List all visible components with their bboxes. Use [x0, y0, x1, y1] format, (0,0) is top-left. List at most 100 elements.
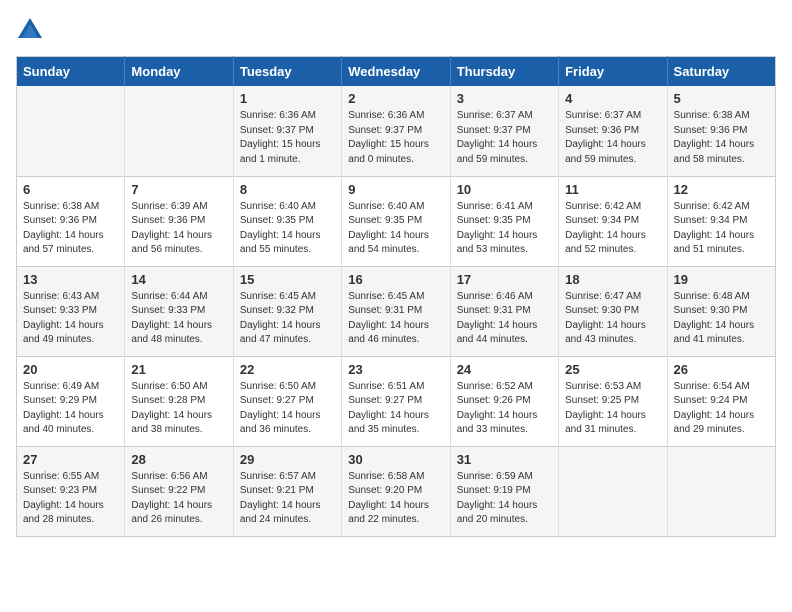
- day-info: Sunrise: 6:36 AM Sunset: 9:37 PM Dayligh…: [348, 109, 443, 167]
- day-info: Sunrise: 6:44 AM Sunset: 9:33 PM Dayligh…: [131, 290, 226, 348]
- calendar-week-2: 13 Sunrise: 6:43 AM Sunset: 9:33 PM Dayli…: [17, 266, 776, 356]
- day-info: Sunrise: 6:52 AM Sunset: 9:26 PM Dayligh…: [457, 380, 552, 438]
- calendar-cell: 16 Sunrise: 6:45 AM Sunset: 9:31 PM Dayli…: [342, 266, 450, 356]
- day-info: Sunrise: 6:55 AM Sunset: 9:23 PM Dayligh…: [23, 470, 118, 528]
- day-number: 7: [131, 182, 226, 197]
- day-number: 3: [457, 91, 552, 106]
- day-info: Sunrise: 6:43 AM Sunset: 9:33 PM Dayligh…: [23, 290, 118, 348]
- day-info: Sunrise: 6:46 AM Sunset: 9:31 PM Dayligh…: [457, 290, 552, 348]
- day-number: 15: [240, 272, 335, 287]
- day-info: Sunrise: 6:37 AM Sunset: 9:36 PM Dayligh…: [565, 109, 660, 167]
- day-info: Sunrise: 6:41 AM Sunset: 9:35 PM Dayligh…: [457, 200, 552, 258]
- day-info: Sunrise: 6:40 AM Sunset: 9:35 PM Dayligh…: [348, 200, 443, 258]
- day-info: Sunrise: 6:54 AM Sunset: 9:24 PM Dayligh…: [674, 380, 769, 438]
- day-number: 22: [240, 362, 335, 377]
- day-info: Sunrise: 6:51 AM Sunset: 9:27 PM Dayligh…: [348, 380, 443, 438]
- day-info: Sunrise: 6:57 AM Sunset: 9:21 PM Dayligh…: [240, 470, 335, 528]
- day-info: Sunrise: 6:50 AM Sunset: 9:28 PM Dayligh…: [131, 380, 226, 438]
- day-number: 28: [131, 452, 226, 467]
- calendar-cell: [667, 446, 775, 536]
- day-info: Sunrise: 6:40 AM Sunset: 9:35 PM Dayligh…: [240, 200, 335, 258]
- calendar-cell: 19 Sunrise: 6:48 AM Sunset: 9:30 PM Dayli…: [667, 266, 775, 356]
- calendar-cell: 27 Sunrise: 6:55 AM Sunset: 9:23 PM Dayli…: [17, 446, 125, 536]
- day-number: 1: [240, 91, 335, 106]
- day-number: 11: [565, 182, 660, 197]
- calendar-cell: 1 Sunrise: 6:36 AM Sunset: 9:37 PM Daylig…: [233, 86, 341, 176]
- calendar-cell: 11Sunrise: 6:42 AM Sunset: 9:34 PM Dayli…: [559, 176, 667, 266]
- calendar-week-4: 27 Sunrise: 6:55 AM Sunset: 9:23 PM Dayli…: [17, 446, 776, 536]
- calendar-week-1: 6 Sunrise: 6:38 AM Sunset: 9:36 PM Daylig…: [17, 176, 776, 266]
- day-info: Sunrise: 6:45 AM Sunset: 9:32 PM Dayligh…: [240, 290, 335, 348]
- day-number: 27: [23, 452, 118, 467]
- calendar-cell: 15 Sunrise: 6:45 AM Sunset: 9:32 PM Dayli…: [233, 266, 341, 356]
- calendar-body: 1 Sunrise: 6:36 AM Sunset: 9:37 PM Daylig…: [17, 86, 776, 536]
- day-number: 19: [674, 272, 769, 287]
- calendar-cell: 25Sunrise: 6:53 AM Sunset: 9:25 PM Dayli…: [559, 356, 667, 446]
- day-info: Sunrise: 6:38 AM Sunset: 9:36 PM Dayligh…: [674, 109, 769, 167]
- day-info: Sunrise: 6:56 AM Sunset: 9:22 PM Dayligh…: [131, 470, 226, 528]
- day-number: 24: [457, 362, 552, 377]
- day-info: Sunrise: 6:47 AM Sunset: 9:30 PM Dayligh…: [565, 290, 660, 348]
- logo-icon: [16, 16, 44, 44]
- day-info: Sunrise: 6:50 AM Sunset: 9:27 PM Dayligh…: [240, 380, 335, 438]
- calendar-cell: 2Sunrise: 6:36 AM Sunset: 9:37 PM Daylig…: [342, 86, 450, 176]
- day-number: 6: [23, 182, 118, 197]
- day-info: Sunrise: 6:38 AM Sunset: 9:36 PM Dayligh…: [23, 200, 118, 258]
- calendar-cell: 23Sunrise: 6:51 AM Sunset: 9:27 PM Dayli…: [342, 356, 450, 446]
- day-info: Sunrise: 6:48 AM Sunset: 9:30 PM Dayligh…: [674, 290, 769, 348]
- day-info: Sunrise: 6:59 AM Sunset: 9:19 PM Dayligh…: [457, 470, 552, 528]
- calendar-cell: 30 Sunrise: 6:58 AM Sunset: 9:20 PM Dayli…: [342, 446, 450, 536]
- day-number: 20: [23, 362, 118, 377]
- day-number: 14: [131, 272, 226, 287]
- page-header: [16, 16, 776, 44]
- logo: [16, 16, 48, 44]
- calendar-cell: 10 Sunrise: 6:41 AM Sunset: 9:35 PM Dayli…: [450, 176, 558, 266]
- calendar-cell: 14 Sunrise: 6:44 AM Sunset: 9:33 PM Dayli…: [125, 266, 233, 356]
- calendar-cell: 9 Sunrise: 6:40 AM Sunset: 9:35 PM Daylig…: [342, 176, 450, 266]
- calendar-cell: 17 Sunrise: 6:46 AM Sunset: 9:31 PM Dayli…: [450, 266, 558, 356]
- calendar-cell: 12 Sunrise: 6:42 AM Sunset: 9:34 PM Dayli…: [667, 176, 775, 266]
- day-number: 30: [348, 452, 443, 467]
- header-tuesday: Tuesday: [233, 57, 341, 87]
- calendar-cell: 5 Sunrise: 6:38 AM Sunset: 9:36 PM Daylig…: [667, 86, 775, 176]
- day-number: 17: [457, 272, 552, 287]
- calendar-cell: [559, 446, 667, 536]
- day-info: Sunrise: 6:45 AM Sunset: 9:31 PM Dayligh…: [348, 290, 443, 348]
- day-number: 12: [674, 182, 769, 197]
- day-info: Sunrise: 6:58 AM Sunset: 9:20 PM Dayligh…: [348, 470, 443, 528]
- day-info: Sunrise: 6:49 AM Sunset: 9:29 PM Dayligh…: [23, 380, 118, 438]
- calendar-cell: 31Sunrise: 6:59 AM Sunset: 9:19 PM Dayli…: [450, 446, 558, 536]
- calendar-week-0: 1 Sunrise: 6:36 AM Sunset: 9:37 PM Daylig…: [17, 86, 776, 176]
- day-number: 9: [348, 182, 443, 197]
- header-friday: Friday: [559, 57, 667, 87]
- calendar-cell: 26 Sunrise: 6:54 AM Sunset: 9:24 PM Dayli…: [667, 356, 775, 446]
- day-number: 5: [674, 91, 769, 106]
- day-info: Sunrise: 6:42 AM Sunset: 9:34 PM Dayligh…: [674, 200, 769, 258]
- calendar-header: SundayMondayTuesdayWednesdayThursdayFrid…: [17, 57, 776, 87]
- day-number: 10: [457, 182, 552, 197]
- day-info: Sunrise: 6:36 AM Sunset: 9:37 PM Dayligh…: [240, 109, 335, 167]
- calendar-table: SundayMondayTuesdayWednesdayThursdayFrid…: [16, 56, 776, 537]
- day-number: 21: [131, 362, 226, 377]
- day-number: 16: [348, 272, 443, 287]
- calendar-cell: 20 Sunrise: 6:49 AM Sunset: 9:29 PM Dayli…: [17, 356, 125, 446]
- day-number: 13: [23, 272, 118, 287]
- calendar-cell: 3Sunrise: 6:37 AM Sunset: 9:37 PM Daylig…: [450, 86, 558, 176]
- day-info: Sunrise: 6:39 AM Sunset: 9:36 PM Dayligh…: [131, 200, 226, 258]
- calendar-cell: 13 Sunrise: 6:43 AM Sunset: 9:33 PM Dayli…: [17, 266, 125, 356]
- day-number: 25: [565, 362, 660, 377]
- calendar-cell: 21 Sunrise: 6:50 AM Sunset: 9:28 PM Dayli…: [125, 356, 233, 446]
- day-number: 8: [240, 182, 335, 197]
- calendar-cell: 29Sunrise: 6:57 AM Sunset: 9:21 PM Dayli…: [233, 446, 341, 536]
- calendar-cell: 4 Sunrise: 6:37 AM Sunset: 9:36 PM Daylig…: [559, 86, 667, 176]
- calendar-cell: [17, 86, 125, 176]
- header-wednesday: Wednesday: [342, 57, 450, 87]
- header-thursday: Thursday: [450, 57, 558, 87]
- header-saturday: Saturday: [667, 57, 775, 87]
- day-number: 18: [565, 272, 660, 287]
- calendar-week-3: 20 Sunrise: 6:49 AM Sunset: 9:29 PM Dayli…: [17, 356, 776, 446]
- day-number: 4: [565, 91, 660, 106]
- day-number: 26: [674, 362, 769, 377]
- calendar-cell: 8 Sunrise: 6:40 AM Sunset: 9:35 PM Daylig…: [233, 176, 341, 266]
- calendar-cell: 28 Sunrise: 6:56 AM Sunset: 9:22 PM Dayli…: [125, 446, 233, 536]
